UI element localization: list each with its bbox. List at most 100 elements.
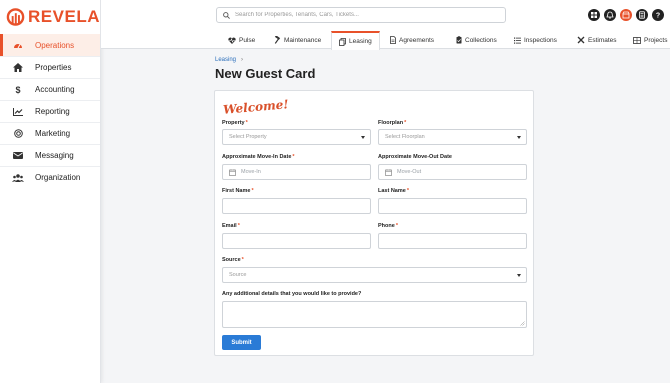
sidebar-item-label: Reporting bbox=[35, 107, 70, 116]
tab-agreements[interactable]: Agreements bbox=[390, 31, 434, 49]
resize-grip-icon[interactable] bbox=[520, 321, 525, 326]
search-input[interactable] bbox=[235, 12, 495, 18]
email-label-text: Email bbox=[222, 223, 237, 229]
move-in-input[interactable] bbox=[241, 169, 370, 175]
breadcrumb: Leasing › bbox=[215, 57, 243, 63]
calendar-icon bbox=[229, 168, 236, 176]
email-label: Email* bbox=[222, 223, 240, 229]
move-in-label-text: Approximate Move-In Date bbox=[222, 154, 292, 160]
property-select[interactable]: Select Property bbox=[222, 129, 371, 145]
global-search[interactable] bbox=[216, 7, 506, 23]
list-icon bbox=[514, 37, 521, 44]
home-icon bbox=[11, 62, 25, 74]
first-name-field[interactable] bbox=[222, 198, 371, 214]
floorplan-select[interactable]: Select Floorplan bbox=[378, 129, 527, 145]
last-name-label-text: Last Name bbox=[378, 188, 406, 194]
revela-logo-icon bbox=[6, 8, 25, 26]
sidebar: REVELA Operations Properties $ Accountin… bbox=[0, 0, 101, 383]
details-textarea[interactable] bbox=[222, 301, 527, 328]
required-mark: * bbox=[251, 188, 254, 194]
required-mark: * bbox=[237, 223, 240, 229]
submit-button[interactable]: Submit bbox=[222, 335, 261, 350]
page-title: New Guest Card bbox=[215, 66, 316, 81]
tab-maintenance[interactable]: Maintenance bbox=[273, 31, 321, 49]
sidebar-item-label: Operations bbox=[35, 40, 75, 50]
required-mark: * bbox=[406, 188, 409, 194]
move-out-date-field[interactable] bbox=[378, 164, 527, 180]
phone-input[interactable] bbox=[385, 238, 526, 244]
tab-label: Leasing bbox=[349, 38, 372, 45]
guest-card-form: Welcome! Property* Select Property Floor… bbox=[214, 90, 534, 356]
tab-label: Maintenance bbox=[284, 36, 322, 44]
breadcrumb-link-leasing[interactable]: Leasing bbox=[215, 57, 236, 63]
tab-pulse[interactable]: Pulse bbox=[228, 31, 255, 49]
sidebar-item-marketing[interactable]: Marketing bbox=[0, 122, 100, 144]
search-icon bbox=[223, 6, 230, 24]
top-bar: ? bbox=[101, 0, 670, 31]
first-name-input[interactable] bbox=[229, 203, 370, 209]
source-label: Source* bbox=[222, 257, 244, 263]
source-select[interactable]: Source bbox=[222, 267, 527, 283]
dashboard-icon bbox=[11, 39, 25, 51]
sidebar-item-accounting[interactable]: $ Accounting bbox=[0, 78, 100, 100]
phone-field[interactable] bbox=[378, 233, 527, 249]
tools-icon bbox=[577, 36, 585, 44]
property-select-value: Select Property bbox=[229, 134, 267, 140]
required-mark: * bbox=[245, 120, 248, 126]
module-tabs: Pulse Maintenance Leasing Agreements Col… bbox=[101, 31, 670, 50]
required-mark: * bbox=[292, 154, 295, 160]
move-in-date-field[interactable] bbox=[222, 164, 371, 180]
tab-estimates[interactable]: Estimates bbox=[577, 31, 617, 49]
grid-icon[interactable] bbox=[588, 9, 600, 21]
clipboard-icon bbox=[456, 36, 462, 44]
floorplan-label-text: Floorplan bbox=[378, 120, 404, 126]
store-icon[interactable] bbox=[620, 9, 632, 21]
required-mark: * bbox=[241, 257, 244, 263]
projects-icon bbox=[633, 36, 641, 44]
move-out-input[interactable] bbox=[397, 169, 526, 175]
line-chart-icon bbox=[11, 106, 25, 118]
last-name-field[interactable] bbox=[378, 198, 527, 214]
property-label-text: Property bbox=[222, 120, 245, 126]
move-in-label: Approximate Move-In Date* bbox=[222, 154, 295, 160]
dollar-icon: $ bbox=[15, 84, 21, 95]
floorplan-select-value: Select Floorplan bbox=[385, 134, 425, 140]
logo[interactable]: REVELA bbox=[0, 0, 100, 34]
phone-label: Phone* bbox=[378, 223, 398, 229]
email-field[interactable] bbox=[222, 233, 371, 249]
email-input[interactable] bbox=[229, 238, 370, 244]
tab-inspections[interactable]: Inspections bbox=[514, 31, 557, 49]
details-label: Any additional details that you would li… bbox=[222, 291, 362, 297]
document-icon bbox=[390, 36, 396, 44]
target-icon bbox=[11, 128, 25, 140]
chevron-down-icon bbox=[517, 274, 521, 277]
tab-label: Inspections bbox=[524, 36, 557, 44]
required-mark: * bbox=[404, 120, 407, 126]
tab-collections[interactable]: Collections bbox=[456, 31, 497, 49]
sidebar-item-label: Properties bbox=[35, 63, 72, 72]
sidebar-item-properties[interactable]: Properties bbox=[0, 56, 100, 78]
tab-projects[interactable]: Projects bbox=[633, 31, 667, 49]
sidebar-item-label: Marketing bbox=[35, 129, 71, 138]
bell-icon[interactable] bbox=[604, 9, 616, 21]
help-icon[interactable]: ? bbox=[652, 9, 664, 21]
users-icon bbox=[11, 172, 25, 184]
last-name-input[interactable] bbox=[385, 203, 526, 209]
required-mark: * bbox=[395, 223, 398, 229]
sidebar-item-messaging[interactable]: Messaging bbox=[0, 144, 100, 166]
heartbeat-icon bbox=[228, 37, 236, 44]
sidebar-item-organization[interactable]: Organization bbox=[0, 166, 100, 188]
first-name-label-text: First Name bbox=[222, 188, 251, 194]
chevron-down-icon bbox=[361, 136, 365, 139]
property-label: Property* bbox=[222, 120, 248, 126]
move-out-label: Approximate Move-Out Date bbox=[378, 154, 452, 160]
calculator-icon[interactable] bbox=[636, 9, 648, 21]
tab-leasing[interactable]: Leasing bbox=[331, 31, 380, 50]
chevron-down-icon bbox=[517, 136, 521, 139]
copy-icon bbox=[339, 37, 346, 46]
sidebar-item-reporting[interactable]: Reporting bbox=[0, 100, 100, 122]
sidebar-item-operations[interactable]: Operations bbox=[0, 34, 100, 56]
sidebar-item-label: Accounting bbox=[35, 85, 75, 94]
last-name-label: Last Name* bbox=[378, 188, 409, 194]
source-label-text: Source bbox=[222, 257, 241, 263]
